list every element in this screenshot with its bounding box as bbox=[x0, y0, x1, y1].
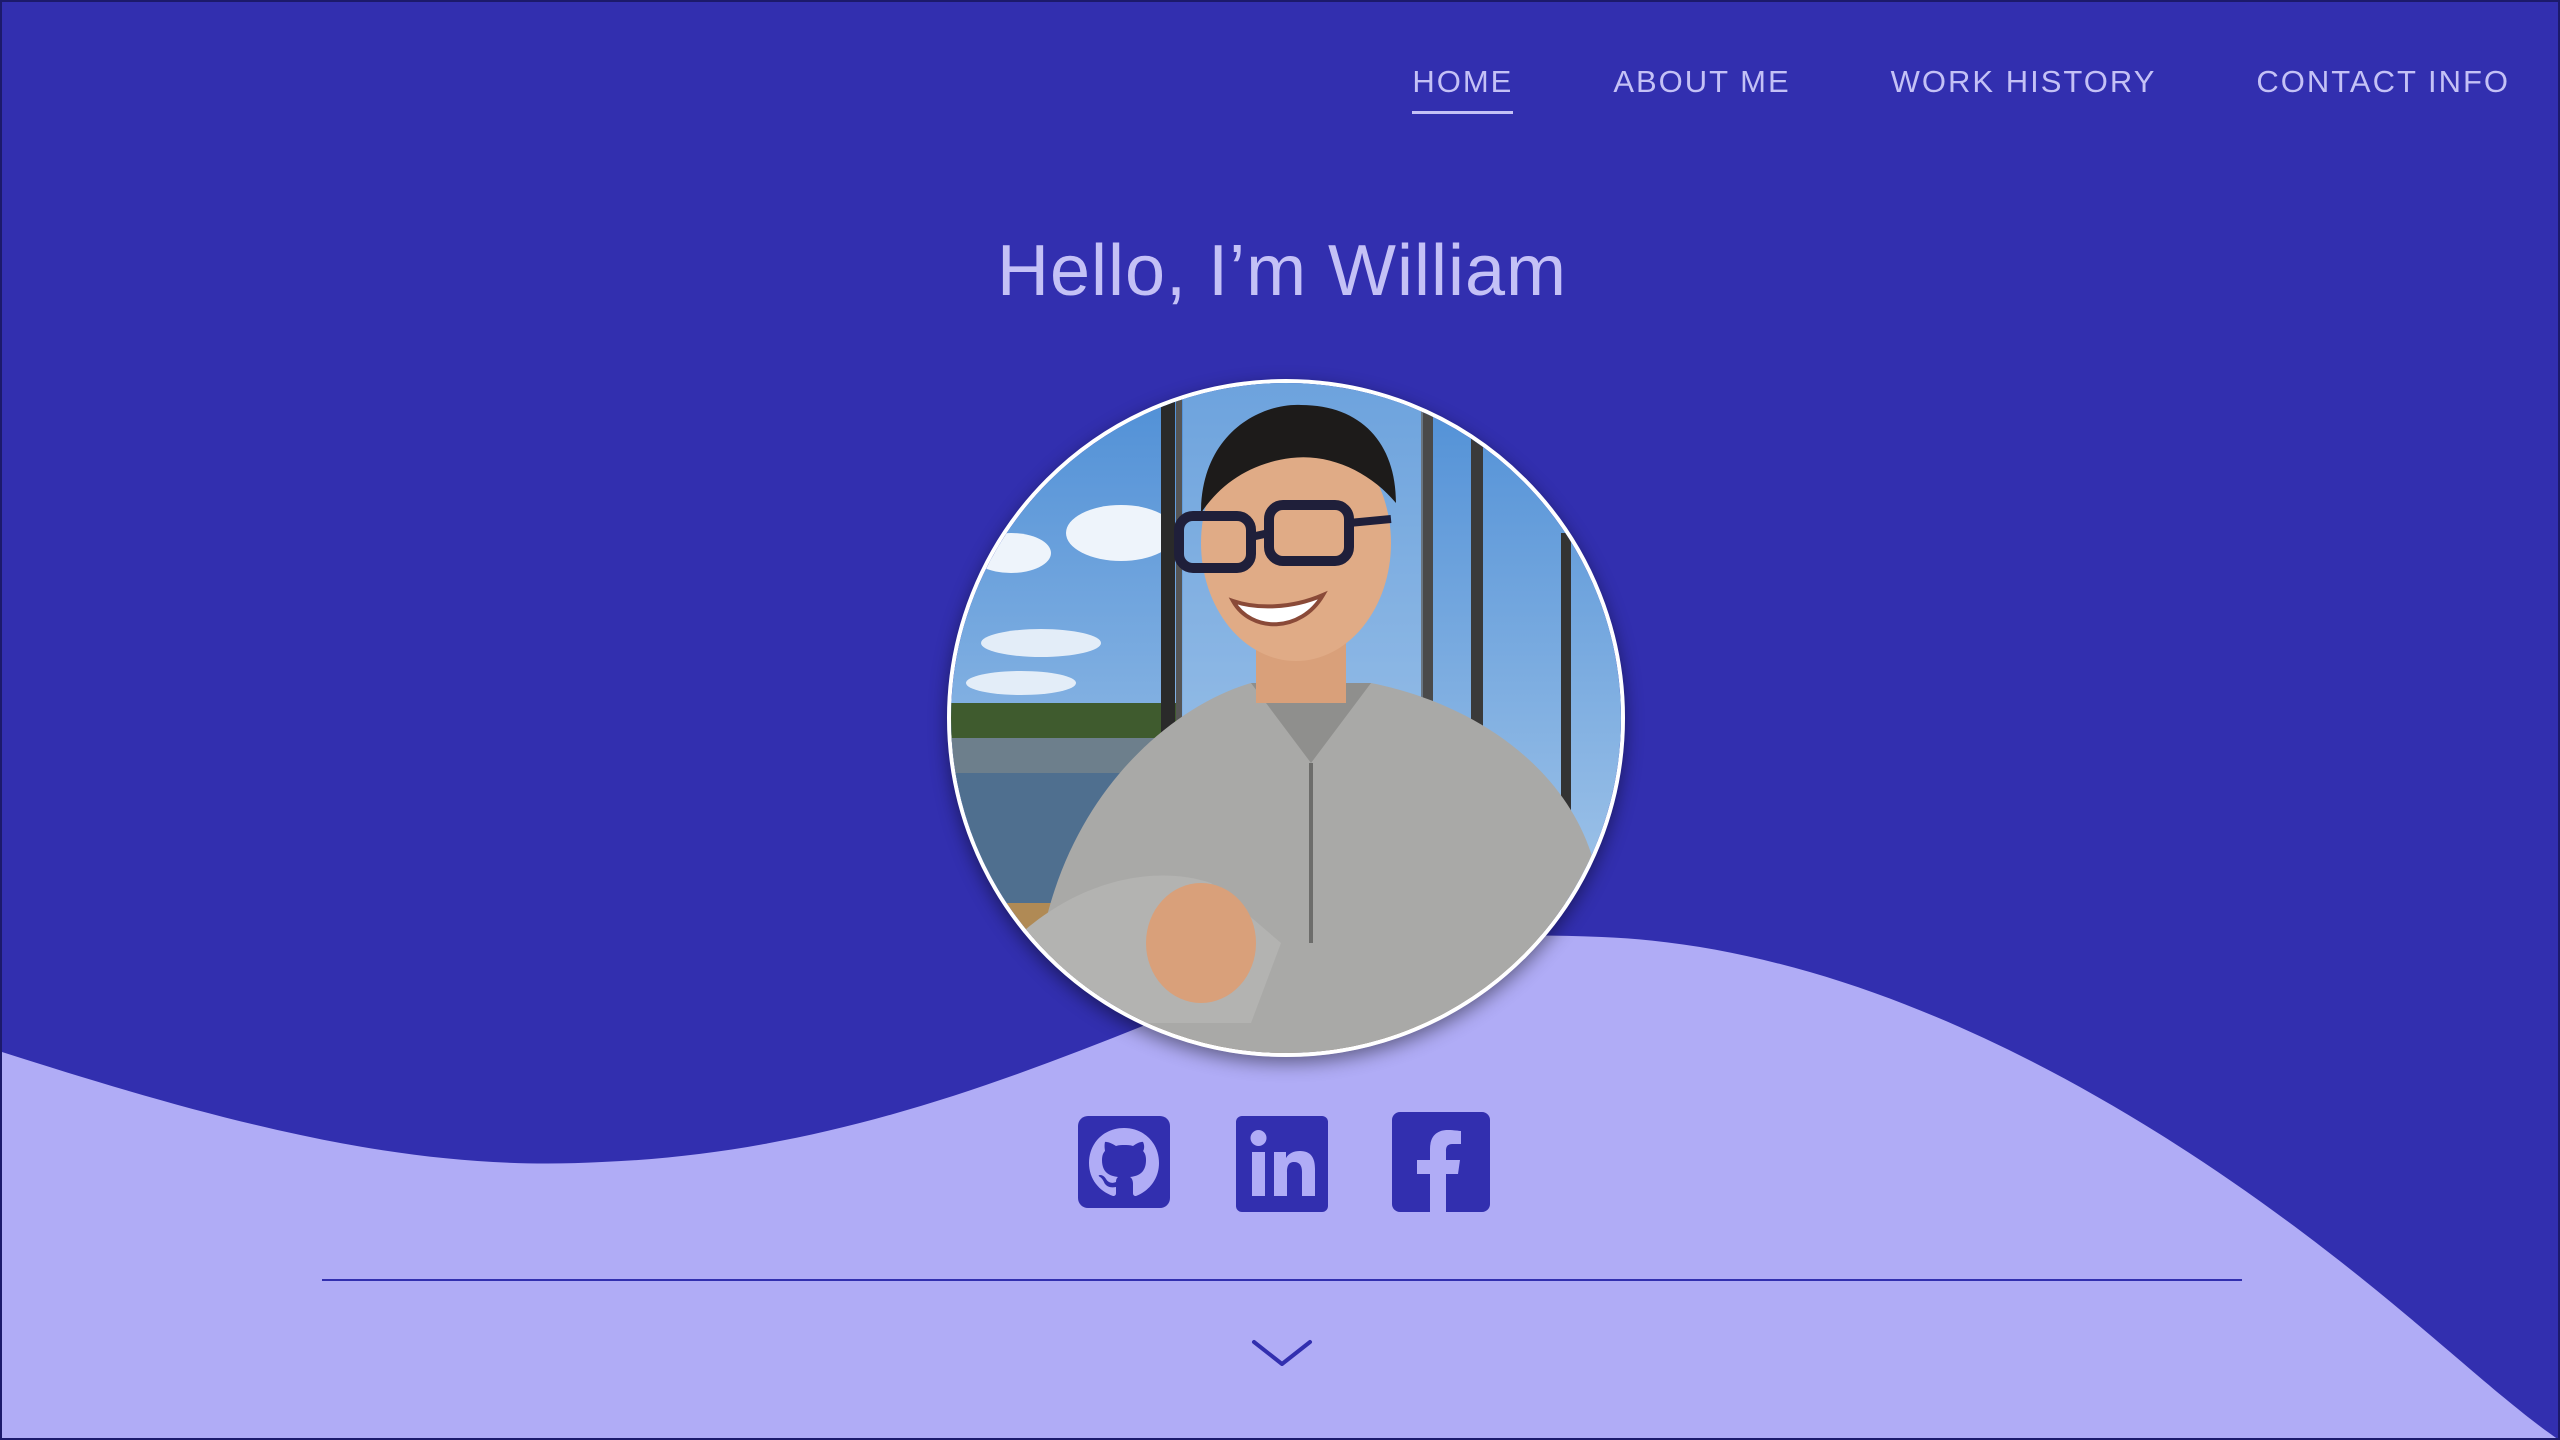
github-icon[interactable] bbox=[1074, 1112, 1174, 1212]
nav-about-me[interactable]: ABOUT ME bbox=[1613, 64, 1790, 114]
social-links bbox=[2, 1112, 2558, 1212]
nav-contact-info[interactable]: CONTACT INFO bbox=[2256, 64, 2510, 114]
nav-work-history[interactable]: WORK HISTORY bbox=[1891, 64, 2157, 114]
nav-home[interactable]: HOME bbox=[1412, 64, 1514, 114]
hero-greeting: Hello, I’m William bbox=[996, 231, 1568, 311]
chevron-down-icon[interactable] bbox=[1250, 1334, 1314, 1374]
facebook-icon[interactable] bbox=[1390, 1112, 1490, 1212]
linkedin-icon[interactable] bbox=[1232, 1112, 1332, 1212]
profile-photo bbox=[947, 379, 1625, 1057]
main-nav: HOME ABOUT ME WORK HISTORY CONTACT INFO bbox=[1412, 64, 2510, 114]
section-divider bbox=[322, 1279, 2242, 1281]
page: HOME ABOUT ME WORK HISTORY CONTACT INFO … bbox=[0, 0, 2560, 1440]
